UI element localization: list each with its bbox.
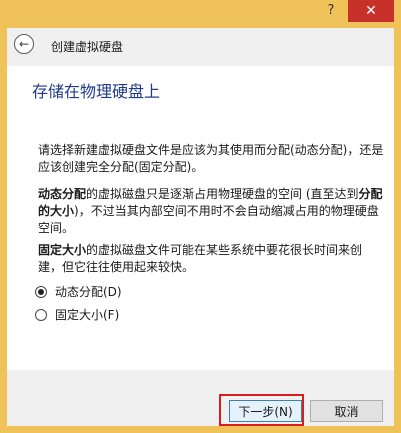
help-button[interactable]: ? <box>316 0 346 22</box>
radio-fixed-indicator[interactable] <box>35 308 47 321</box>
radio-fixed[interactable]: 固定大小(F) <box>35 306 119 323</box>
fixed-bold-label: 固定大小 <box>38 243 87 257</box>
wizard-title: 创建虚拟硬盘 <box>51 40 124 54</box>
wizard-dialog: ← 创建虚拟硬盘 存储在物理硬盘上 请选择新建虚拟硬盘文件是应该为其使用而分配(… <box>7 28 394 426</box>
radio-dynamic[interactable]: 动态分配(D) <box>35 283 122 300</box>
fixed-description: 固定大小的虚拟磁盘文件可能在某些系统中要花很长时间来创建，但它往往使用起来较快。 <box>38 242 384 276</box>
page-title: 存储在物理硬盘上 <box>32 82 161 101</box>
description-paragraph: 请选择新建虚拟硬盘文件是应该为其使用而分配(动态分配)，还是应该创建完全分配(固… <box>38 143 384 174</box>
dynamic-text-2: )，不过当其内部空间不用时不会自动缩减占用的物理硬盘空间。 <box>38 204 379 235</box>
dynamic-bold-label: 动态分配 <box>38 187 87 201</box>
back-arrow-icon: ← <box>18 37 30 51</box>
wizard-header: ← 创建虚拟硬盘 <box>7 28 394 64</box>
radio-fixed-label: 固定大小(F) <box>55 308 120 322</box>
dialog-window: ? ✕ ← 创建虚拟硬盘 存储在物理硬盘上 请选择新建虚拟硬盘文件是应该为其使用… <box>0 0 401 433</box>
dynamic-text-1: 的虚拟磁盘只是逐渐占用物理硬盘的空间 (直至达到 <box>86 187 359 201</box>
dynamic-description: 动态分配的虚拟磁盘只是逐渐占用物理硬盘的空间 (直至达到分配的大小)，不过当其内… <box>38 186 384 237</box>
fixed-text: 的虚拟磁盘文件可能在某些系统中要花很长时间来创建，但它往往使用起来较快。 <box>38 243 363 274</box>
wizard-content: 存储在物理硬盘上 请选择新建虚拟硬盘文件是应该为其使用而分配(动态分配)，还是应… <box>7 66 394 370</box>
close-button[interactable]: ✕ <box>348 0 394 22</box>
wizard-footer: 下一步(N) 取消 <box>7 370 394 426</box>
radio-dynamic-indicator[interactable] <box>35 285 47 298</box>
radio-dynamic-label: 动态分配(D) <box>55 285 122 299</box>
next-button[interactable]: 下一步(N) <box>229 400 302 422</box>
back-button[interactable]: ← <box>14 34 34 54</box>
cancel-button[interactable]: 取消 <box>310 400 383 422</box>
